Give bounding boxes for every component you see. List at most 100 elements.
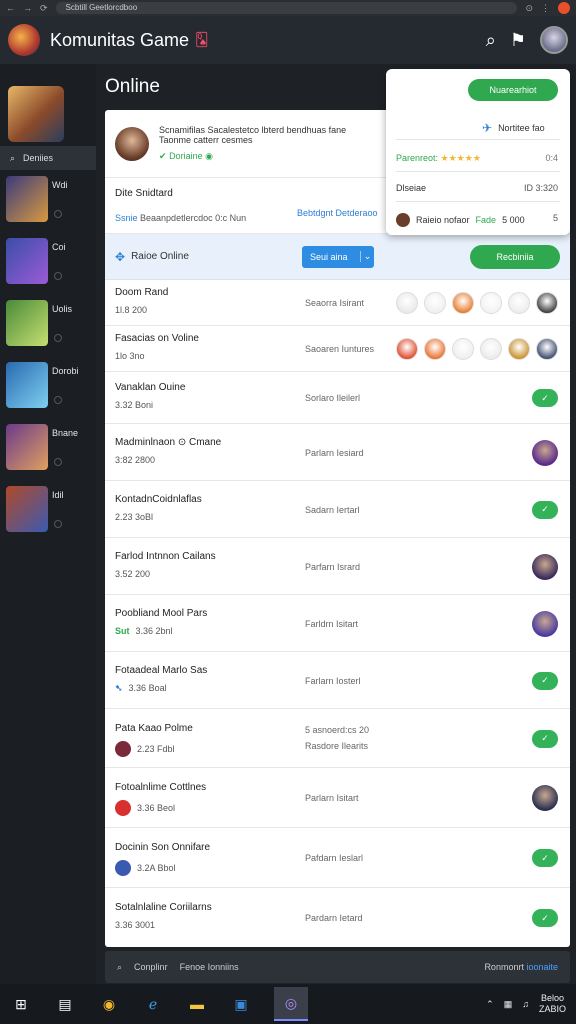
player-row[interactable]: Farlod Intnnon Cailans 3.52 200 Parfarn Is… [105,538,570,595]
player-time: 3:82 2800 [115,454,156,465]
friend-avatar[interactable] [508,292,530,314]
app-title: Komunitas Game [50,29,190,50]
clock[interactable]: Beloo ZABIO [539,993,566,1015]
player-avatar[interactable] [532,610,558,637]
player-row[interactable]: Pata Kaao Polme 2.23 Fdbl 5 asnoerd:cs 20 R… [105,709,570,768]
invite-button[interactable]: ✓ [532,500,558,519]
player-name: Doom Rand [115,287,169,298]
profile-name: Scnamifilas [159,125,206,135]
sidebar-game-item[interactable]: Uolis [0,300,96,362]
invite-button[interactable]: ✓ [532,671,558,690]
invite-button[interactable]: ✓ [532,849,558,867]
player-avatar[interactable] [532,785,558,811]
sidebar-game-item[interactable]: Wdi [0,176,96,238]
sidebar-search[interactable]: ⌕ Deniies [0,146,96,170]
extension-icon[interactable]: ⊙ [525,3,533,14]
reload-icon[interactable]: ⟳ [40,3,48,14]
network-icon[interactable]: ▦ [504,999,513,1010]
player-status: Farldrn Isitart [305,618,359,629]
player-row[interactable]: Fasacias on Voline 1lo 3no Saoaren Iunture… [105,326,570,372]
popover-button[interactable]: Nuarearhiot [468,79,558,101]
friend-avatar[interactable] [452,338,474,360]
filter-dropdown[interactable]: Seui aina ⌄ [302,245,374,268]
friend-avatar[interactable] [536,292,558,314]
game-thumbnail [6,238,48,284]
profile-desc: Sacalestetco lbterd bendhuas fane [207,125,347,135]
player-row[interactable]: Docinin Son Onnifare 3.2A Bbol Pafdarn Ies… [105,828,570,888]
footer-right-label: Ronmonrt [484,962,524,972]
player-row[interactable]: Madminlnaon ⊙ Cmane 3:82 2800 Parlarn Iesi… [105,424,570,481]
filter-action-button[interactable]: Recbiniia [470,244,560,269]
player-avatar[interactable] [532,553,558,580]
player-name: Madminlnaon ⊙ Cmane [115,436,222,448]
player-time: 3.36 Boal [128,683,167,693]
app-header: Komunitas Game 🂭 ⌕ ⚑ [0,16,576,64]
footer-search-label: Conplinr [134,962,168,972]
search-icon[interactable]: ⌕ [486,30,496,51]
filter-bar: ✥ Raioe Online Seui aina ⌄ Recbiniia [105,234,570,280]
status-circle-icon [54,272,62,280]
friend-avatar[interactable] [480,292,502,314]
popover-row3-value: 5 [552,213,558,223]
popover-avatar [396,213,410,227]
popover-row2-label: Dlseiae [396,183,427,193]
app-taskbar-icon[interactable]: ◎ [274,987,308,1021]
sidebar-game-item[interactable]: Bnane [0,424,96,486]
player-badge-icon [115,740,131,757]
main-panel: Scnamifilas Sacalestetco lbterd bendhuas… [105,110,570,947]
friend-avatar[interactable] [508,338,530,360]
friend-avatar[interactable] [480,338,502,360]
forward-icon[interactable]: → [23,3,32,13]
sidebar-game-item[interactable]: Dorobi [0,362,96,424]
invite-button[interactable]: ✓ [532,389,558,407]
time-prefix: Sut [115,625,130,636]
status-dot-icon: ◉ [205,151,213,161]
player-row[interactable]: Vanaklan Ouine 3.32 Boni Sorlaro Ileilerl ✓ [105,372,570,424]
app-logo [8,24,40,56]
status-circle-icon [54,210,62,218]
sidebar-game-item[interactable]: Coi [0,238,96,300]
friend-avatar[interactable] [424,292,446,314]
volume-icon[interactable]: ♫ [522,999,529,1009]
notification-icon[interactable]: ⚑ [510,30,526,51]
folder-icon[interactable]: ▬ [186,993,208,1015]
sidebar-hero-image[interactable] [8,86,64,142]
friend-avatar[interactable] [396,292,418,314]
back-icon[interactable]: ← [6,3,15,13]
player-row[interactable]: Fotaadeal Marlo Sas ➷ 3.36 Boal Farlarn Ios… [105,652,570,709]
player-avatar[interactable] [532,439,558,466]
store-icon[interactable]: ▣ [230,993,252,1015]
status-circle-icon [54,520,62,528]
tray-up-icon[interactable]: ⌃ [486,999,494,1010]
footer-search[interactable]: ⌕ Conplinr Fenoe Ionniins Ronmonrt ioona… [105,951,570,983]
player-row[interactable]: Poobliand Mool Pars Sut 3.36 2bnl Farldrn I… [105,595,570,652]
edge-icon[interactable]: ℯ [142,993,164,1015]
friend-avatar[interactable] [452,292,474,314]
friend-avatar[interactable] [424,338,446,360]
player-status: Sadarn Iertarl [305,504,360,515]
player-row[interactable]: Sotalnlaline Coriilarns 3.36 3001 Pardarn … [105,888,570,947]
user-avatar[interactable] [540,26,568,54]
friend-avatar[interactable] [536,338,558,360]
player-row[interactable]: Fotoalnlime Cottlnes 3.36 Beol Parlarn Isi… [105,768,570,828]
invite-button[interactable]: ✓ [532,729,558,748]
windows-start-icon[interactable]: ⊞ [10,993,32,1015]
player-time: 2.23 3oBl [115,511,154,522]
stats-right[interactable]: Bebtdgnt Detderaoo [297,208,378,218]
file-icon[interactable]: ▤ [54,993,76,1015]
player-row[interactable]: KontadnCoidnlaflas 2.23 3oBl Sadarn Iertar… [105,481,570,538]
menu-icon[interactable]: ⋮ [541,3,550,14]
footer-right-link[interactable]: ioonaite [526,962,558,972]
chrome-icon[interactable]: ◉ [98,993,120,1015]
record-icon[interactable] [558,2,570,14]
friend-avatar[interactable] [396,338,418,360]
invite-button[interactable]: ✓ [532,909,558,927]
game-thumbnail [6,176,48,222]
sidebar-game-item[interactable]: Idil [0,486,96,548]
player-row[interactable]: Doom Rand 1l.8 200 Seaorra Isirant [105,280,570,326]
sidebar-item-label: Uolis [52,304,73,314]
game-thumbnail [6,486,48,532]
address-bar[interactable]: Scbtill Geetlorcdboo [55,2,518,14]
player-time: 3.52 200 [115,568,151,579]
filter-dropdown-value: Seui aina [310,251,348,262]
